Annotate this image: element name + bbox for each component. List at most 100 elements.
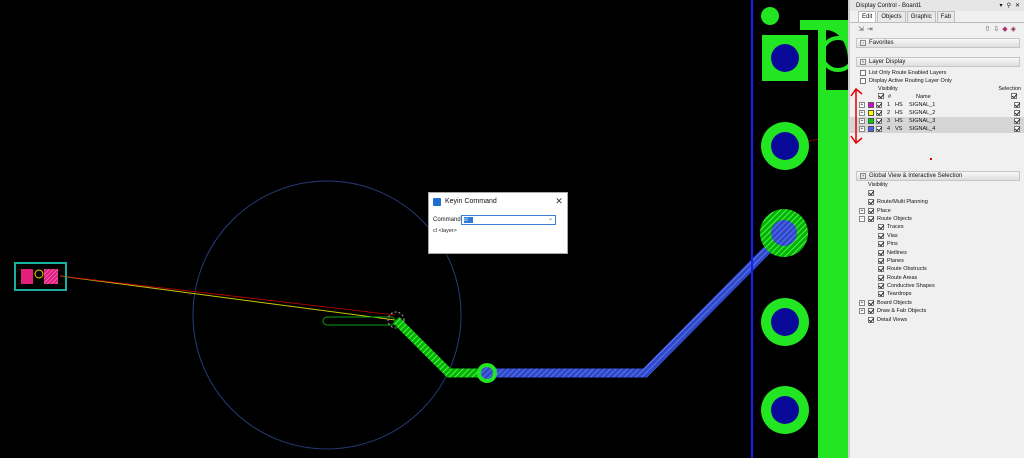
tree-item[interactable]: + Place bbox=[850, 206, 1024, 214]
section-layer-display[interactable]: ˅ Layer Display bbox=[856, 57, 1020, 67]
tree-item-label: Route Areas bbox=[887, 274, 918, 281]
chevron-down-icon[interactable]: ⌄ bbox=[548, 215, 553, 222]
close-icon[interactable]: ✕ bbox=[1015, 2, 1020, 9]
tree-item-checkbox[interactable] bbox=[878, 241, 884, 248]
tree-item[interactable]: + Draw & Fab Objects bbox=[850, 307, 1024, 315]
tab-objects[interactable]: Objects bbox=[877, 11, 906, 22]
collapse-icon[interactable]: - bbox=[859, 215, 865, 222]
tree-item[interactable]: Pins bbox=[850, 240, 1024, 248]
global-visibility-all-checkbox[interactable] bbox=[868, 190, 874, 196]
layer-row[interactable]: + 3 HS SIGNAL_3 bbox=[850, 117, 1024, 125]
layer-visibility-checkbox[interactable] bbox=[876, 126, 882, 132]
expand-icon[interactable]: + bbox=[859, 207, 865, 214]
import-icon[interactable]: ⇲ bbox=[858, 25, 864, 33]
layer-name: SIGNAL_4 bbox=[909, 126, 936, 132]
collapse-icon[interactable]: ˅ bbox=[860, 59, 866, 65]
tree-item[interactable]: Teardrops bbox=[850, 290, 1024, 298]
tree-item[interactable]: Vias bbox=[850, 232, 1024, 240]
annotation-arrow bbox=[850, 87, 863, 145]
layer-name: SIGNAL_3 bbox=[909, 118, 936, 124]
close-icon[interactable]: ✕ bbox=[551, 196, 567, 207]
expand-icon[interactable]: + bbox=[859, 308, 865, 315]
palette-icon[interactable]: ◆ bbox=[1002, 25, 1007, 33]
export-icon[interactable]: ⇥ bbox=[867, 25, 873, 33]
section-global-view[interactable]: ˅ Global View & Interactive Selection bbox=[856, 171, 1020, 181]
component-pad-2[interactable] bbox=[44, 269, 58, 284]
trace-blue[interactable] bbox=[487, 229, 788, 378]
tree-item-checkbox[interactable] bbox=[868, 299, 874, 306]
tree-item[interactable]: Detail Views bbox=[850, 315, 1024, 323]
opt-route-enabled-checkbox[interactable] bbox=[860, 70, 866, 76]
tree-item[interactable]: Planes bbox=[850, 257, 1024, 265]
tree-item[interactable]: Route Obstructs bbox=[850, 265, 1024, 273]
tree-item-checkbox[interactable] bbox=[878, 257, 884, 264]
opt-active-routing-checkbox[interactable] bbox=[860, 78, 866, 84]
visibility-all-checkbox[interactable] bbox=[878, 93, 884, 99]
tree-item-checkbox[interactable] bbox=[878, 283, 884, 290]
via-hole bbox=[481, 367, 493, 379]
mount-hole[interactable] bbox=[761, 7, 779, 25]
tree-item-checkbox[interactable] bbox=[878, 274, 884, 281]
panel-tabs: Edit Objects Graphic Fab bbox=[850, 11, 1024, 23]
tree-item-checkbox[interactable] bbox=[868, 207, 874, 214]
up-icon[interactable]: ⇧ bbox=[984, 25, 990, 33]
dropdown-icon[interactable]: ▾ bbox=[1000, 2, 1003, 9]
tree-item-label: Planes bbox=[887, 257, 904, 264]
layer-visibility-checkbox[interactable] bbox=[876, 118, 882, 124]
layer-selection-checkbox[interactable] bbox=[1014, 102, 1020, 108]
pin-icon[interactable]: ⚲ bbox=[1007, 2, 1011, 9]
opt-active-routing[interactable]: Display Active Routing Layer Only bbox=[850, 77, 1024, 85]
tree-item[interactable]: Route Areas bbox=[850, 274, 1024, 282]
component-pad-1[interactable] bbox=[21, 269, 33, 284]
global-visibility-header: Visibility bbox=[868, 182, 888, 188]
keyin-titlebar[interactable]: Keyin Command ✕ bbox=[429, 193, 567, 210]
expand-icon[interactable]: + bbox=[859, 299, 865, 306]
selection-all-checkbox[interactable] bbox=[1011, 93, 1017, 99]
scheme-icon[interactable]: ◈ bbox=[1011, 25, 1016, 33]
expand-icon[interactable]: › bbox=[860, 40, 866, 46]
pcb-drawing[interactable] bbox=[0, 0, 848, 458]
tree-item-label: Place bbox=[877, 207, 891, 214]
layer-row[interactable]: + 4 VS SIGNAL_4 bbox=[850, 125, 1024, 133]
layer-row[interactable]: + 1 HS SIGNAL_1 bbox=[850, 101, 1024, 109]
pad-hole-4 bbox=[771, 308, 799, 336]
tab-graphic[interactable]: Graphic bbox=[906, 11, 936, 22]
tree-item-checkbox[interactable] bbox=[868, 308, 874, 315]
tree-item-label: Vias bbox=[887, 232, 898, 239]
tree-item-label: Netlines bbox=[887, 249, 907, 256]
tree-item-checkbox[interactable] bbox=[878, 291, 884, 298]
tree-item-label: Teardrops bbox=[887, 291, 912, 298]
down-icon[interactable]: ⇩ bbox=[993, 25, 999, 33]
tree-item-checkbox[interactable] bbox=[868, 215, 874, 222]
keyin-command-dialog[interactable]: Keyin Command ✕ Command: cl ⌄ cl <layer> bbox=[428, 192, 568, 254]
layer-row[interactable]: + 2 HS SIGNAL_2 bbox=[850, 109, 1024, 117]
layer-selection-checkbox[interactable] bbox=[1014, 126, 1020, 132]
tree-item[interactable]: Traces bbox=[850, 223, 1024, 231]
netline-yellow bbox=[59, 275, 396, 321]
layer-visibility-checkbox[interactable] bbox=[876, 110, 882, 116]
tree-item[interactable]: + Board Objects bbox=[850, 299, 1024, 307]
tree-item[interactable]: Netlines bbox=[850, 248, 1024, 256]
section-favorites[interactable]: › Favorites bbox=[856, 38, 1020, 48]
layer-selection-checkbox[interactable] bbox=[1014, 118, 1020, 124]
tree-item[interactable]: Conductive Shapes bbox=[850, 282, 1024, 290]
tree-item-checkbox[interactable] bbox=[868, 199, 874, 206]
tab-edit[interactable]: Edit bbox=[858, 11, 877, 22]
tree-item-checkbox[interactable] bbox=[878, 232, 884, 239]
tree-item-label: Detail Views bbox=[877, 316, 908, 323]
tree-item-checkbox[interactable] bbox=[868, 316, 874, 323]
tree-item-checkbox[interactable] bbox=[878, 266, 884, 273]
collapse-icon[interactable]: ˅ bbox=[860, 173, 866, 179]
layer-selection-checkbox[interactable] bbox=[1014, 110, 1020, 116]
pcb-canvas[interactable]: Keyin Command ✕ Command: cl ⌄ cl <layer> bbox=[0, 0, 848, 458]
opt-route-enabled[interactable]: List Only Route Enabled Layers bbox=[850, 69, 1024, 77]
tree-item[interactable]: - Route Objects bbox=[850, 215, 1024, 223]
command-input[interactable]: cl ⌄ bbox=[461, 215, 556, 225]
visibility-tree: Route/Multi Planning + Place - Route Obj… bbox=[850, 198, 1024, 324]
tree-item[interactable]: Route/Multi Planning bbox=[850, 198, 1024, 206]
trace-green[interactable] bbox=[392, 316, 487, 378]
tree-item-checkbox[interactable] bbox=[878, 224, 884, 231]
tab-fab[interactable]: Fab bbox=[936, 11, 956, 22]
layer-visibility-checkbox[interactable] bbox=[876, 102, 882, 108]
tree-item-checkbox[interactable] bbox=[878, 249, 884, 256]
